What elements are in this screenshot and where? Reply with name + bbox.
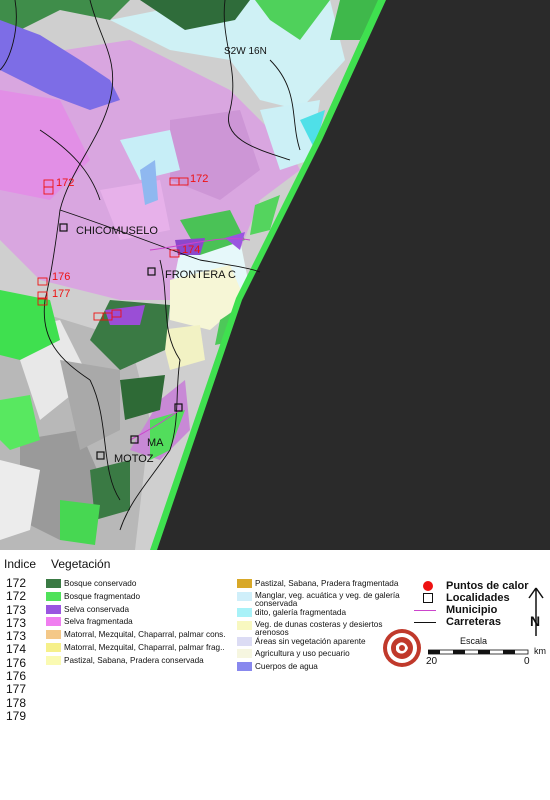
legend-row: Bosque fragmentado	[46, 591, 226, 605]
scale-right-value: 0	[524, 656, 530, 667]
scale-bar	[428, 649, 529, 655]
legend-swatch	[237, 636, 252, 646]
legend-row: Selva conservada	[46, 604, 226, 618]
north-label: N	[530, 613, 540, 629]
symbol-label: Localidades	[446, 592, 510, 604]
legend-col-1: Bosque conservado Bosque fragmentado Sel…	[46, 579, 226, 669]
legend-label: dito, galería fragmentada	[255, 607, 347, 617]
index-item: 177	[6, 682, 27, 697]
index-header: Indice	[4, 557, 37, 571]
index-item: 178	[6, 695, 27, 710]
legend-row: Pastizal, Sabana, Pradera conservada	[46, 655, 226, 669]
legend-label: Cuerpos de agua	[255, 662, 318, 672]
symbol-label: Municipio	[446, 604, 498, 616]
hotspot-label: 172	[56, 177, 74, 189]
index-item: 176	[6, 669, 27, 684]
grid-label: S2W 16N	[224, 46, 267, 57]
index-item: 173	[6, 602, 27, 617]
legend-label: Áreas sin vegetación aparente	[255, 636, 366, 646]
legend-row: dito, galería fragmentada	[237, 607, 412, 621]
legend-swatch	[46, 579, 61, 588]
legend-label: Manglar, veg. acuática y veg. de galería…	[255, 590, 400, 608]
symbol-row: Municipio	[414, 604, 529, 616]
legend-label: Agricultura y uso pecuario	[255, 649, 350, 659]
legend-swatch	[46, 642, 61, 652]
legend-swatch	[46, 591, 61, 601]
legend-row: Pastizal, Sabana, Pradera fragmentada	[237, 579, 412, 592]
legend-swatch	[237, 662, 252, 672]
index-item: 173	[6, 629, 27, 644]
square-outline-icon	[422, 593, 436, 603]
symbol-row: Carreteras	[414, 616, 529, 628]
black-line-icon	[414, 617, 436, 627]
vegetation-map: S2W 16N CHICOMUSELO FRONTERA C MA MOTOZ …	[0, 0, 550, 550]
index-list: 172 172 173 173 173 174 176 176 177 178 …	[6, 576, 27, 723]
scale-unit: km	[534, 646, 546, 656]
legend-row: Selva fragmentada	[46, 617, 226, 630]
vegetation-header: Vegetación	[51, 557, 111, 571]
scale-left-value: 20	[426, 656, 438, 667]
north-arrow-icon: N	[528, 587, 544, 636]
hotspot-label: 172	[190, 173, 208, 185]
locality-label: CHICOMUSELO	[76, 225, 158, 237]
index-item: 172	[6, 589, 27, 604]
legend-swatch	[46, 604, 61, 614]
index-item: 174	[6, 642, 27, 657]
red-dot-icon	[422, 581, 436, 591]
legend-row: Matorral, Mezquital, Chaparral, palmar f…	[46, 642, 226, 656]
legend-label: Matorral, Mezquital, Chaparral, palmar c…	[64, 630, 226, 640]
legend-row: Matorral, Mezquital, Chaparral, palmar c…	[46, 630, 226, 643]
hotspot-label: 177	[52, 288, 70, 300]
locality-label: MOTOZ	[114, 453, 154, 465]
legend-swatch	[46, 617, 61, 627]
magenta-line-icon	[414, 605, 436, 615]
legend-label: Selva conservada	[64, 604, 130, 614]
institution-seal-icon	[383, 629, 421, 667]
symbol-label: Puntos de calor	[446, 580, 529, 592]
hotspot-label: 176	[52, 271, 70, 283]
legend-swatch	[237, 620, 252, 630]
locality-label: FRONTERA C	[165, 269, 236, 281]
index-item: 179	[6, 708, 27, 723]
symbol-row: Localidades	[422, 592, 529, 604]
legend-row: Manglar, veg. acuática y veg. de galería…	[237, 590, 412, 608]
legend-label: Selva fragmentada	[64, 617, 133, 627]
locality-label: MA	[147, 437, 164, 449]
symbol-label: Carreteras	[446, 616, 502, 628]
legend-swatch	[46, 655, 61, 665]
legend-row: Bosque conservado	[46, 579, 226, 592]
legend-label: Matorral, Mezquital, Chaparral, palmar f…	[64, 642, 225, 652]
hotspot-label: 174	[182, 244, 200, 256]
legend-panel: Indice Vegetación 172 172 173 173 173 17…	[0, 550, 550, 800]
legend-label: Pastizal, Sabana, Pradera conservada	[64, 655, 204, 665]
legend-swatch	[237, 649, 252, 659]
legend-label: Pastizal, Sabana, Pradera fragmentada	[255, 579, 399, 588]
legend-swatch	[237, 607, 252, 617]
legend-label: Bosque fragmentado	[64, 591, 141, 601]
scale-title: Escala	[460, 636, 488, 646]
legend-swatch	[46, 630, 61, 640]
symbol-legend: Puntos de calor Localidades Municipio Ca…	[414, 580, 529, 628]
legend-label: Bosque conservado	[64, 579, 137, 588]
legend-swatch	[237, 579, 252, 588]
index-item: 172	[6, 576, 27, 590]
legend-swatch	[237, 591, 252, 601]
index-item: 173	[6, 615, 27, 630]
symbol-row: Puntos de calor	[422, 580, 529, 592]
index-item: 176	[6, 655, 27, 670]
